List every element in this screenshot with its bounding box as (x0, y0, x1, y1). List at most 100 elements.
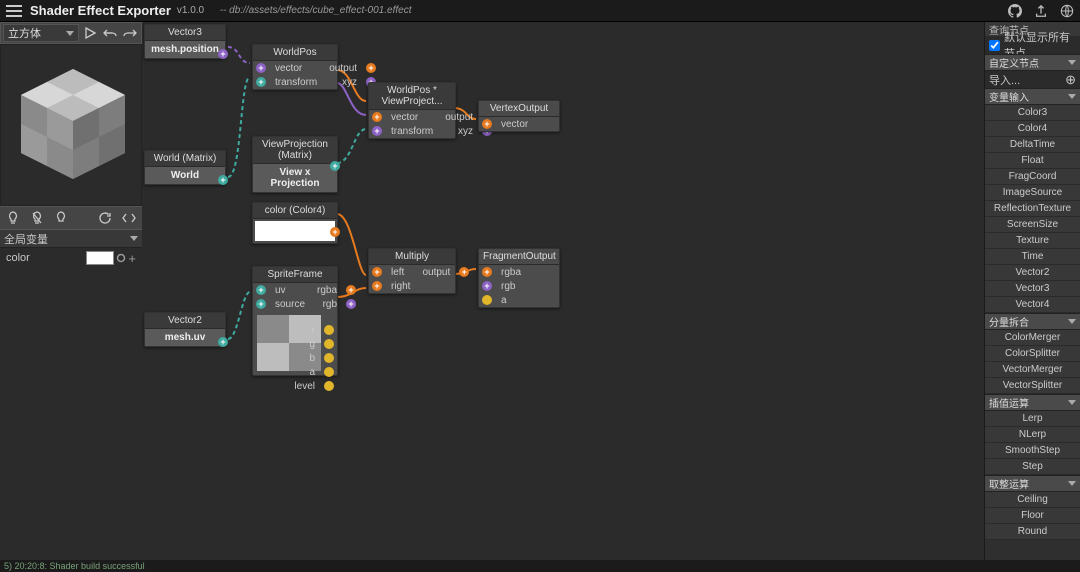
redo-button[interactable] (121, 24, 139, 42)
node-wvp[interactable]: WorldPos * ViewProject... vector transfo… (368, 82, 456, 139)
palette-item[interactable]: ColorMerger (985, 330, 1080, 346)
node-subtitle: View x Projection (253, 164, 337, 192)
graph-canvas[interactable]: Vector3 mesh.position World (Matrix) Wor… (142, 22, 984, 560)
palette-item[interactable]: Ceiling (985, 492, 1080, 508)
bulb-on-icon[interactable] (4, 209, 22, 227)
node-color[interactable]: color (Color4) (252, 202, 338, 244)
port-left[interactable] (372, 267, 382, 277)
palette-item[interactable]: Vector4 (985, 297, 1080, 313)
color-swatch[interactable] (255, 221, 335, 241)
add-icon[interactable]: + (128, 251, 136, 266)
port-a[interactable] (482, 295, 492, 305)
cat-split[interactable]: 分量拆合 (985, 313, 1080, 330)
node-vertexoutput[interactable]: VertexOutput vector (478, 100, 560, 132)
color-swatch[interactable] (86, 251, 114, 265)
palette-item[interactable]: Float (985, 153, 1080, 169)
port-g[interactable] (324, 339, 334, 349)
port-output[interactable] (459, 267, 469, 277)
palette-item[interactable]: ImageSource (985, 185, 1080, 201)
chevron-down-icon (1068, 400, 1076, 405)
global-row-color[interactable]: color + (0, 248, 142, 268)
export-icon[interactable] (1034, 4, 1048, 18)
port-rgba[interactable] (346, 285, 356, 295)
palette-item[interactable]: DeltaTime (985, 137, 1080, 153)
node-fragmentoutput[interactable]: FragmentOutput rgba rgb a (478, 248, 560, 308)
port-vector[interactable] (482, 119, 492, 129)
palette-item[interactable]: Step (985, 459, 1080, 475)
node-world-matrix[interactable]: World (Matrix) World (144, 150, 226, 185)
palette-item[interactable]: FragCoord (985, 169, 1080, 185)
preview-cube (13, 63, 133, 183)
port-right[interactable] (372, 281, 382, 291)
port-a[interactable] (324, 367, 334, 377)
preview-viewport[interactable] (0, 44, 142, 206)
node-palette: 查询节点 默认显示所有节点 自定义节点 导入... ⊕ 变量输入 Color3C… (984, 22, 1080, 560)
port-transform[interactable] (256, 77, 266, 87)
palette-item[interactable]: Vector2 (985, 265, 1080, 281)
port-transform[interactable] (372, 126, 382, 136)
add-icon[interactable]: ⊕ (1065, 72, 1076, 88)
port-b[interactable] (324, 353, 334, 363)
port-out[interactable] (330, 227, 340, 237)
port-uv[interactable] (256, 285, 266, 295)
port-rgba[interactable] (482, 267, 492, 277)
undo-button[interactable] (101, 24, 119, 42)
palette-item[interactable]: Lerp (985, 411, 1080, 427)
default-nodes-checkbox[interactable] (989, 40, 1000, 51)
github-icon[interactable] (1008, 4, 1022, 18)
node-title: FragmentOutput (479, 249, 559, 265)
node-viewproj[interactable]: ViewProjection (Matrix) View x Projectio… (252, 136, 338, 193)
node-vector3[interactable]: Vector3 mesh.position (144, 24, 226, 59)
node-vector2[interactable]: Vector2 mesh.uv (144, 312, 226, 347)
globe-icon[interactable] (1060, 4, 1074, 18)
bulb-outline-icon[interactable] (52, 209, 70, 227)
port-level[interactable] (324, 381, 334, 391)
port-vector[interactable] (256, 63, 266, 73)
palette-item[interactable]: VectorSplitter (985, 378, 1080, 394)
palette-item[interactable]: Vector3 (985, 281, 1080, 297)
port-vector[interactable] (372, 112, 382, 122)
chevron-down-icon[interactable] (130, 236, 138, 241)
palette-item[interactable]: ColorSplitter (985, 346, 1080, 362)
palette-item[interactable]: ScreenSize (985, 217, 1080, 233)
node-spriteframe[interactable]: SpriteFrame uv source rgba rgb r g b a l (252, 266, 338, 376)
port-out[interactable] (218, 337, 228, 347)
palette-item[interactable]: Floor (985, 508, 1080, 524)
menu-button[interactable] (6, 3, 22, 19)
node-title: Vector2 (145, 313, 225, 329)
code-button[interactable] (120, 209, 138, 227)
palette-item[interactable]: Color3 (985, 105, 1080, 121)
cat-custom[interactable]: 自定义节点 (985, 54, 1080, 71)
port-rgb[interactable] (346, 299, 356, 309)
cat-varinput[interactable]: 变量输入 (985, 88, 1080, 105)
port-rgb[interactable] (482, 281, 492, 291)
import-label[interactable]: 导入... (989, 72, 1020, 88)
chevron-down-icon (1068, 481, 1076, 486)
chevron-down-icon (66, 31, 74, 36)
node-multiply[interactable]: Multiply left right output (368, 248, 456, 294)
bulb-off-icon[interactable] (28, 209, 46, 227)
cat-round[interactable]: 取整运算 (985, 475, 1080, 492)
port-out[interactable] (330, 161, 340, 171)
port-out[interactable] (218, 175, 228, 185)
palette-item[interactable]: Time (985, 249, 1080, 265)
node-title: WorldPos (253, 45, 337, 61)
palette-item[interactable]: ReflectionTexture (985, 201, 1080, 217)
palette-item[interactable]: NLerp (985, 427, 1080, 443)
cat-interp[interactable]: 插值运算 (985, 394, 1080, 411)
port-out[interactable] (218, 49, 228, 59)
node-worldpos[interactable]: WorldPos vector transform output xyz (252, 44, 338, 90)
shape-select[interactable]: 立方体 (3, 24, 79, 42)
port-r[interactable] (324, 325, 334, 335)
palette-item[interactable]: VectorMerger (985, 362, 1080, 378)
palette-item[interactable]: Round (985, 524, 1080, 540)
globals-list: color + (0, 248, 142, 560)
palette-item[interactable]: SmoothStep (985, 443, 1080, 459)
refresh-button[interactable] (96, 209, 114, 227)
palette-item[interactable]: Texture (985, 233, 1080, 249)
play-button[interactable] (81, 24, 99, 42)
port-output[interactable] (366, 63, 376, 73)
palette-item[interactable]: Color4 (985, 121, 1080, 137)
link-icon[interactable] (116, 253, 126, 263)
port-source[interactable] (256, 299, 266, 309)
